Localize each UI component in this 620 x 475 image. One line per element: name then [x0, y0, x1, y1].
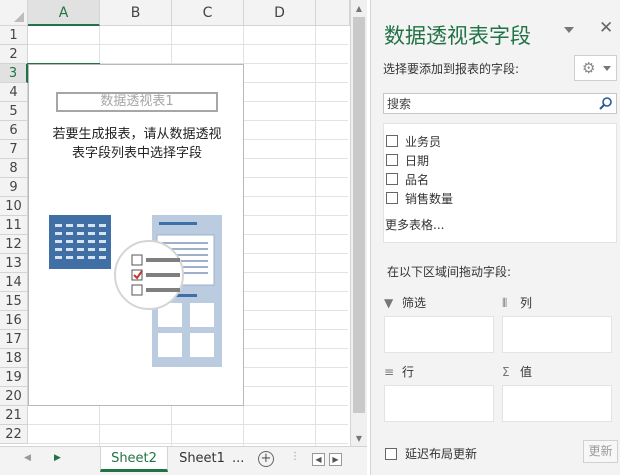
- search-icon[interactable]: [597, 94, 614, 113]
- column-header-d[interactable]: D: [244, 0, 316, 26]
- select-all-corner[interactable]: [0, 0, 28, 26]
- columns-drop-zone[interactable]: [502, 316, 612, 353]
- field-label: 日期: [405, 154, 430, 168]
- row-header-13[interactable]: 13: [0, 254, 28, 273]
- column-header-e[interactable]: [316, 0, 350, 26]
- row-header-9[interactable]: 9: [0, 178, 28, 197]
- row-header-1[interactable]: 1: [0, 26, 28, 45]
- field-checkbox[interactable]: [386, 135, 398, 147]
- hscroll-left-icon[interactable]: ◀: [312, 453, 325, 466]
- row-header-2[interactable]: 2: [0, 45, 28, 64]
- field-label: 业务员: [405, 135, 442, 149]
- vertical-scroll-thumb[interactable]: [353, 17, 365, 413]
- row-header-19[interactable]: 19: [0, 368, 28, 387]
- sheet-tab-sheet1[interactable]: Sheet1: [174, 447, 230, 472]
- worksheet: A B C D 1 2 3 4 5 6 7 8 9 10 11 12 13 14 15 16 17 18 19 20 2…: [0, 0, 370, 475]
- values-area-label: 值: [520, 365, 533, 379]
- row-header-16[interactable]: 16: [0, 311, 28, 330]
- chevron-down-icon: [603, 66, 611, 71]
- field-label: 销售数量: [405, 192, 454, 206]
- scroll-down-arrow-icon[interactable]: ▼: [351, 431, 367, 447]
- filters-drop-zone[interactable]: [384, 316, 494, 353]
- row-header-3[interactable]: 3: [0, 64, 28, 83]
- row-header-14[interactable]: 14: [0, 273, 28, 292]
- sheet-tab-sheet2[interactable]: Sheet2: [100, 447, 168, 472]
- values-drop-zone[interactable]: [502, 385, 612, 422]
- field-list: 业务员 日期 品名 销售数量 更多表格...: [383, 123, 617, 243]
- pivot-fields-pane: 数据透视表字段 ✕ 选择要添加到报表的字段: ⚙ 业务员 日期 品名 销售数量 …: [370, 0, 620, 475]
- row-header-10[interactable]: 10: [0, 197, 28, 216]
- field-search-box[interactable]: [383, 93, 617, 114]
- row-header-11[interactable]: 11: [0, 216, 28, 235]
- column-header-c[interactable]: C: [172, 0, 244, 26]
- row-header-15[interactable]: 15: [0, 292, 28, 311]
- columns-icon: ⦀: [502, 296, 508, 310]
- splitter-handle-icon[interactable]: ⋮: [290, 451, 300, 462]
- pivot-instruction-line-2: 表字段列表中选择字段: [71, 146, 202, 161]
- column-header-b[interactable]: B: [100, 0, 172, 26]
- pivot-table-name: 数据透视表1: [56, 92, 218, 112]
- filter-icon: ▼: [384, 296, 394, 310]
- add-sheet-icon[interactable]: +: [258, 451, 274, 467]
- columns-area-label: 列: [520, 296, 533, 310]
- vertical-scrollbar[interactable]: ▲ ▼: [350, 0, 367, 448]
- row-header-22[interactable]: 22: [0, 425, 28, 444]
- pivot-table-placeholder[interactable]: 数据透视表1 若要生成报表，请从数据透视 表字段列表中选择字段: [28, 64, 244, 406]
- pivot-instruction-line-1: 若要生成报表，请从数据透视: [52, 127, 222, 142]
- pivot-instruction: 若要生成报表，请从数据透视 表字段列表中选择字段: [35, 125, 239, 163]
- defer-checkbox[interactable]: [385, 448, 397, 460]
- row-header-20[interactable]: 20: [0, 387, 28, 406]
- columns-area[interactable]: ⦀ 列: [502, 294, 614, 354]
- scroll-up-arrow-icon[interactable]: ▲: [351, 1, 367, 17]
- sigma-icon: Σ: [502, 365, 510, 379]
- values-area[interactable]: Σ值: [502, 363, 614, 423]
- row-header-12[interactable]: 12: [0, 235, 28, 254]
- rows-area-label: 行: [402, 365, 415, 379]
- filters-area[interactable]: ▼ 筛选: [384, 294, 496, 354]
- update-button[interactable]: 更新: [583, 440, 618, 463]
- rows-icon: ≡: [384, 365, 395, 379]
- tab-scroll-left-icon[interactable]: ◀: [24, 453, 31, 463]
- rows-area[interactable]: ≡ 行: [384, 363, 496, 423]
- row-header-4[interactable]: 4: [0, 83, 28, 102]
- drag-hint: 在以下区域间拖动字段:: [387, 265, 512, 279]
- close-icon[interactable]: ✕: [599, 18, 613, 38]
- row-header-21[interactable]: 21: [0, 406, 28, 425]
- more-sheets-button[interactable]: ...: [232, 447, 244, 471]
- select-all-triangle: [14, 12, 24, 22]
- search-input[interactable]: [384, 94, 594, 113]
- pivot-illustration-icon: [49, 215, 222, 367]
- pane-title: 数据透视表字段: [384, 24, 531, 48]
- hscroll-right-icon[interactable]: ▶: [329, 453, 342, 466]
- defer-label: 延迟布局更新: [405, 447, 478, 461]
- row-header-8[interactable]: 8: [0, 159, 28, 178]
- field-label: 品名: [405, 173, 430, 187]
- row-header-18[interactable]: 18: [0, 349, 28, 368]
- pane-subtitle: 选择要添加到报表的字段:: [383, 62, 520, 76]
- tools-button[interactable]: ⚙: [574, 55, 617, 81]
- field-checkbox[interactable]: [386, 154, 398, 166]
- tab-scroll-right-icon[interactable]: ▶: [54, 453, 61, 463]
- row-header-7[interactable]: 7: [0, 140, 28, 159]
- sheet-tab-bar: ◀ ▶ Sheet2 Sheet1 ... + ⋮ ◀ ▶: [0, 446, 367, 475]
- filters-area-label: 筛选: [402, 296, 427, 310]
- row-header-6[interactable]: 6: [0, 121, 28, 140]
- pane-options-dropdown-icon[interactable]: [564, 27, 574, 33]
- defer-layout-update[interactable]: 延迟布局更新: [385, 445, 477, 462]
- field-checkbox[interactable]: [386, 192, 398, 204]
- column-header-a[interactable]: A: [28, 0, 100, 26]
- row-header-5[interactable]: 5: [0, 102, 28, 121]
- row-header-17[interactable]: 17: [0, 330, 28, 349]
- gear-icon: ⚙: [582, 59, 596, 77]
- more-tables-link[interactable]: 更多表格...: [385, 216, 444, 233]
- rows-drop-zone[interactable]: [384, 385, 494, 422]
- field-checkbox[interactable]: [386, 173, 398, 185]
